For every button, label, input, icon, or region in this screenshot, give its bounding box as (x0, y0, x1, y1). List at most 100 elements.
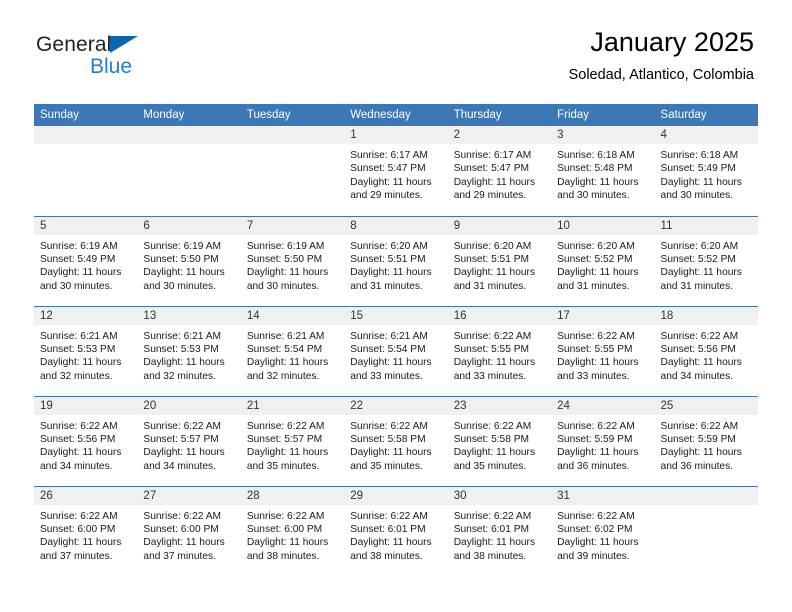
calendar-day-cell[interactable]: 3 Sunrise: 6:18 AM Sunset: 5:48 PM Daylight… (551, 126, 655, 216)
sunrise-text: Sunrise: 6:22 AM (453, 420, 532, 432)
calendar-day-cell[interactable]: 24 Sunrise: 6:22 AM Sunset: 5:59 PM Dayligh… (551, 395, 655, 486)
calendar-day-cell[interactable]: 16 Sunrise: 6:22 AM Sunset: 5:55 PM Dayligh… (447, 305, 552, 396)
calendar-empty-cell (654, 485, 758, 576)
sunset-text: Sunset: 5:47 PM (453, 163, 530, 175)
sunset-text: Sunset: 5:49 PM (660, 163, 736, 175)
day-number: 8 (344, 216, 448, 235)
general-blue-logo[interactable]: General Blue (36, 34, 166, 80)
day-number (654, 486, 758, 505)
calendar-day-cell[interactable]: 7 Sunrise: 6:19 AM Sunset: 5:50 PM Daylight… (240, 215, 345, 306)
daylight-text: Daylight: 11 hours and 30 minutes. (143, 267, 225, 292)
day-number: 9 (447, 216, 552, 235)
sunset-text: Sunset: 5:52 PM (557, 253, 633, 265)
daylight-text: Daylight: 11 hours and 30 minutes. (246, 267, 329, 292)
calendar-day-cell[interactable]: 17 Sunrise: 6:22 AM Sunset: 5:55 PM Dayligh… (551, 305, 655, 396)
weekday-header-wednesday: Wednesday (344, 104, 448, 126)
sunrise-text: Sunrise: 6:19 AM (40, 240, 118, 252)
calendar-day-cell[interactable]: 5 Sunrise: 6:19 AM Sunset: 5:49 PM Daylight… (34, 215, 138, 306)
sunset-text: Sunset: 5:51 PM (350, 253, 426, 265)
calendar-header-row: Sunday Monday Tuesday Wednesday Thursday… (34, 104, 758, 126)
sunrise-text: Sunrise: 6:20 AM (557, 240, 635, 252)
daylight-text: Daylight: 11 hours and 29 minutes. (350, 176, 432, 202)
daylight-text: Daylight: 11 hours and 39 minutes. (557, 537, 639, 562)
calendar-day-cell[interactable]: 27 Sunrise: 6:22 AM Sunset: 6:00 PM Dayligh… (137, 485, 241, 576)
day-number: 23 (447, 396, 552, 415)
sunset-text: Sunset: 6:00 PM (246, 523, 323, 535)
sunset-text: Sunset: 6:01 PM (350, 523, 426, 535)
day-details: Sunrise: 6:21 AM Sunset: 5:54 PM Daylight:… (344, 325, 447, 384)
logo-word-blue: Blue (90, 55, 133, 78)
sunrise-text: Sunrise: 6:18 AM (660, 150, 739, 161)
calendar-day-cell[interactable]: 18 Sunrise: 6:22 AM Sunset: 5:56 PM Dayligh… (654, 305, 758, 396)
calendar-day-cell[interactable]: 6 Sunrise: 6:19 AM Sunset: 5:50 PM Daylight… (137, 215, 241, 306)
calendar-day-cell[interactable]: 11 Sunrise: 6:20 AM Sunset: 5:52 PM Dayligh… (654, 215, 758, 306)
sunset-text: Sunset: 5:53 PM (40, 343, 116, 355)
sunset-text: Sunset: 5:49 PM (40, 253, 116, 265)
sunset-text: Sunset: 5:50 PM (143, 253, 219, 265)
day-details: Sunrise: 6:22 AM Sunset: 6:00 PM Daylight:… (137, 505, 240, 564)
calendar-day-cell[interactable]: 1 Sunrise: 6:17 AM Sunset: 5:47 PM Daylight… (344, 126, 448, 216)
daylight-text: Daylight: 11 hours and 35 minutes. (246, 447, 329, 472)
sunrise-text: Sunrise: 6:17 AM (350, 150, 428, 161)
calendar-empty-cell (137, 126, 241, 216)
day-number: 15 (344, 306, 448, 325)
sunset-text: Sunset: 6:02 PM (557, 523, 633, 535)
calendar-day-cell[interactable]: 25 Sunrise: 6:22 AM Sunset: 5:59 PM Dayligh… (654, 395, 758, 486)
calendar-day-cell[interactable]: 21 Sunrise: 6:22 AM Sunset: 5:57 PM Dayligh… (240, 395, 345, 486)
calendar-day-cell[interactable]: 13 Sunrise: 6:21 AM Sunset: 5:53 PM Dayligh… (137, 305, 241, 396)
day-number: 17 (551, 306, 655, 325)
sunrise-text: Sunrise: 6:20 AM (660, 240, 739, 252)
calendar-day-cell[interactable]: 8 Sunrise: 6:20 AM Sunset: 5:51 PM Daylight… (344, 215, 448, 306)
sunset-text: Sunset: 5:56 PM (660, 343, 736, 355)
sunrise-text: Sunrise: 6:17 AM (453, 150, 532, 161)
sunset-text: Sunset: 6:01 PM (453, 523, 530, 535)
sunset-text: Sunset: 6:00 PM (40, 523, 116, 535)
sunrise-text: Sunrise: 6:21 AM (143, 330, 222, 342)
sunrise-text: Sunrise: 6:18 AM (557, 150, 635, 161)
calendar-day-cell[interactable]: 9 Sunrise: 6:20 AM Sunset: 5:51 PM Daylight… (447, 215, 552, 306)
calendar-week-row: 19 Sunrise: 6:22 AM Sunset: 5:56 PM Dayligh… (34, 395, 758, 486)
calendar-day-cell[interactable]: 23 Sunrise: 6:22 AM Sunset: 5:58 PM Dayligh… (447, 395, 552, 486)
calendar-day-cell[interactable]: 19 Sunrise: 6:22 AM Sunset: 5:56 PM Dayligh… (34, 395, 138, 486)
calendar-day-cell[interactable]: 2 Sunrise: 6:17 AM Sunset: 5:47 PM Daylight… (447, 126, 552, 216)
daylight-text: Daylight: 11 hours and 30 minutes. (660, 176, 742, 202)
daylight-text: Daylight: 11 hours and 32 minutes. (143, 357, 225, 382)
daylight-text: Daylight: 11 hours and 36 minutes. (557, 447, 639, 472)
calendar-day-cell[interactable]: 10 Sunrise: 6:20 AM Sunset: 5:52 PM Dayligh… (551, 215, 655, 306)
calendar-day-cell[interactable]: 14 Sunrise: 6:21 AM Sunset: 5:54 PM Dayligh… (240, 305, 345, 396)
calendar-day-cell[interactable]: 22 Sunrise: 6:22 AM Sunset: 5:58 PM Dayligh… (344, 395, 448, 486)
day-details: Sunrise: 6:22 AM Sunset: 6:00 PM Daylight:… (241, 505, 344, 564)
sunrise-text: Sunrise: 6:22 AM (660, 330, 739, 342)
calendar-day-cell[interactable]: 20 Sunrise: 6:22 AM Sunset: 5:57 PM Dayligh… (137, 395, 241, 486)
day-details: Sunrise: 6:22 AM Sunset: 5:55 PM Daylight:… (448, 325, 551, 384)
day-number: 18 (654, 306, 758, 325)
sunrise-text: Sunrise: 6:22 AM (143, 510, 222, 522)
sunrise-text: Sunrise: 6:21 AM (40, 330, 118, 342)
day-number: 10 (551, 216, 655, 235)
daylight-text: Daylight: 11 hours and 37 minutes. (143, 537, 225, 562)
calendar-day-cell[interactable]: 28 Sunrise: 6:22 AM Sunset: 6:00 PM Dayligh… (240, 485, 345, 576)
calendar-day-cell[interactable]: 26 Sunrise: 6:22 AM Sunset: 6:00 PM Dayligh… (34, 485, 138, 576)
calendar-day-cell[interactable]: 30 Sunrise: 6:22 AM Sunset: 6:01 PM Dayligh… (447, 485, 552, 576)
day-details: Sunrise: 6:22 AM Sunset: 5:57 PM Daylight:… (137, 415, 240, 474)
calendar-body: 1 Sunrise: 6:17 AM Sunset: 5:47 PM Daylight… (34, 126, 758, 576)
day-details: Sunrise: 6:21 AM Sunset: 5:53 PM Daylight:… (137, 325, 240, 384)
daylight-text: Daylight: 11 hours and 38 minutes. (350, 537, 432, 562)
daylight-text: Daylight: 11 hours and 32 minutes. (246, 357, 329, 382)
day-number: 27 (137, 486, 241, 505)
weekday-header-sunday: Sunday (34, 104, 138, 126)
sunrise-text: Sunrise: 6:22 AM (40, 510, 118, 522)
calendar-day-cell[interactable]: 29 Sunrise: 6:22 AM Sunset: 6:01 PM Dayligh… (344, 485, 448, 576)
calendar-day-cell[interactable]: 15 Sunrise: 6:21 AM Sunset: 5:54 PM Dayligh… (344, 305, 448, 396)
sunrise-text: Sunrise: 6:21 AM (350, 330, 428, 342)
page-header: General Blue January 2025 Soledad, Atlan… (0, 0, 792, 82)
calendar-day-cell[interactable]: 12 Sunrise: 6:21 AM Sunset: 5:53 PM Dayligh… (34, 305, 138, 396)
weekday-header-friday: Friday (551, 104, 655, 126)
calendar-day-cell[interactable]: 4 Sunrise: 6:18 AM Sunset: 5:49 PM Daylight… (654, 126, 758, 216)
daylight-text: Daylight: 11 hours and 30 minutes. (40, 267, 122, 292)
day-number: 14 (240, 306, 345, 325)
sunrise-text: Sunrise: 6:22 AM (557, 510, 635, 522)
sunset-text: Sunset: 5:54 PM (350, 343, 426, 355)
logo-word-general: General (36, 33, 112, 56)
calendar-day-cell[interactable]: 31 Sunrise: 6:22 AM Sunset: 6:02 PM Dayligh… (551, 485, 655, 576)
